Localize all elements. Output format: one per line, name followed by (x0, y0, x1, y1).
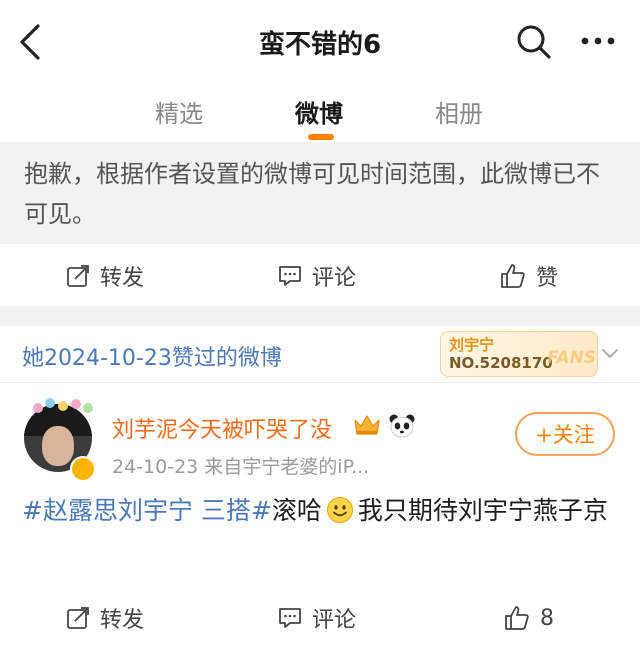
post-repost-button[interactable]: 转发 (66, 588, 144, 648)
liked-section-header: 她2024-10-23赞过的微博 刘宇宁 NO.5208170 FANS (0, 326, 640, 383)
tab-weibo[interactable]: 微博 (295, 94, 343, 129)
repost-icon (67, 265, 89, 287)
thumbs-up-icon (501, 264, 525, 288)
comment-button[interactable]: 评论 (278, 246, 356, 306)
post-meta: 24-10-23 来自宇宁老婆的iP... (112, 452, 369, 479)
avatar-decoration-icon (33, 398, 93, 413)
post-text: #赵露思刘宇宁 三搭#滚哈 我只期待刘宇宁燕子京 (22, 490, 622, 532)
post-timestamp: 24-10-23 (112, 456, 199, 478)
repost-label: 转发 (100, 266, 145, 291)
tab-album[interactable]: 相册 (435, 94, 483, 129)
fans-badge-name: 刘宇宁 (449, 336, 495, 354)
search-icon[interactable] (514, 22, 554, 62)
post-repost-label: 转发 (100, 608, 145, 633)
section-divider (0, 306, 640, 326)
fans-badge-word: FANS (547, 348, 597, 368)
post-hashtag[interactable]: #赵露思刘宇宁 三搭# (22, 496, 272, 525)
post-like-count: 8 (540, 605, 554, 631)
verified-icon (70, 456, 96, 482)
like-button[interactable]: 赞 (500, 246, 558, 306)
comment-icon (279, 266, 301, 286)
profile-tabs: 精选 微博 相册 (0, 84, 640, 142)
comment-label: 评论 (312, 266, 357, 291)
crown-icon (354, 415, 380, 435)
unavailable-post-notice: 抱歉，根据作者设置的微博可见时间范围，此微博已不可见。 (0, 142, 640, 244)
tab-featured[interactable]: 精选 (155, 94, 203, 129)
top-bar: 蛮不错的6 (0, 0, 640, 84)
active-tab-indicator (308, 134, 334, 140)
repost-button[interactable]: 转发 (66, 246, 144, 306)
post-source: 来自宇宁老婆的iP... (204, 456, 370, 478)
unavailable-post-actions: 转发 评论 赞 (0, 246, 640, 306)
post-username[interactable]: 刘芋泥今天被吓哭了没 (112, 412, 332, 444)
comment-icon (279, 608, 301, 628)
like-label: 赞 (536, 266, 559, 291)
smile-emoji-icon (326, 497, 353, 523)
post-text-before-emoji: 滚哈 (271, 496, 322, 525)
post-comment-label: 评论 (312, 608, 357, 633)
follow-button[interactable]: +关注 (515, 412, 615, 456)
unavailable-message: 抱歉，根据作者设置的微博可见时间范围，此微博已不可见。 (24, 160, 600, 228)
post-actions: 转发 评论 8 (0, 588, 640, 648)
repost-icon (67, 607, 89, 629)
thumbs-up-icon (505, 606, 529, 630)
post-like-button[interactable]: 8 (504, 588, 554, 648)
fans-badge-number: NO.5208170 (449, 354, 553, 372)
chevron-down-icon[interactable] (600, 344, 620, 364)
more-icon[interactable] (578, 26, 618, 56)
fans-badge[interactable]: 刘宇宁 NO.5208170 FANS (440, 331, 598, 377)
liked-date-label: 她2024-10-23赞过的微博 (22, 346, 282, 371)
panda-icon (389, 414, 415, 438)
post-comment-button[interactable]: 评论 (278, 588, 356, 648)
post-text-after-emoji: 我只期待刘宇宁燕子京 (357, 496, 608, 525)
